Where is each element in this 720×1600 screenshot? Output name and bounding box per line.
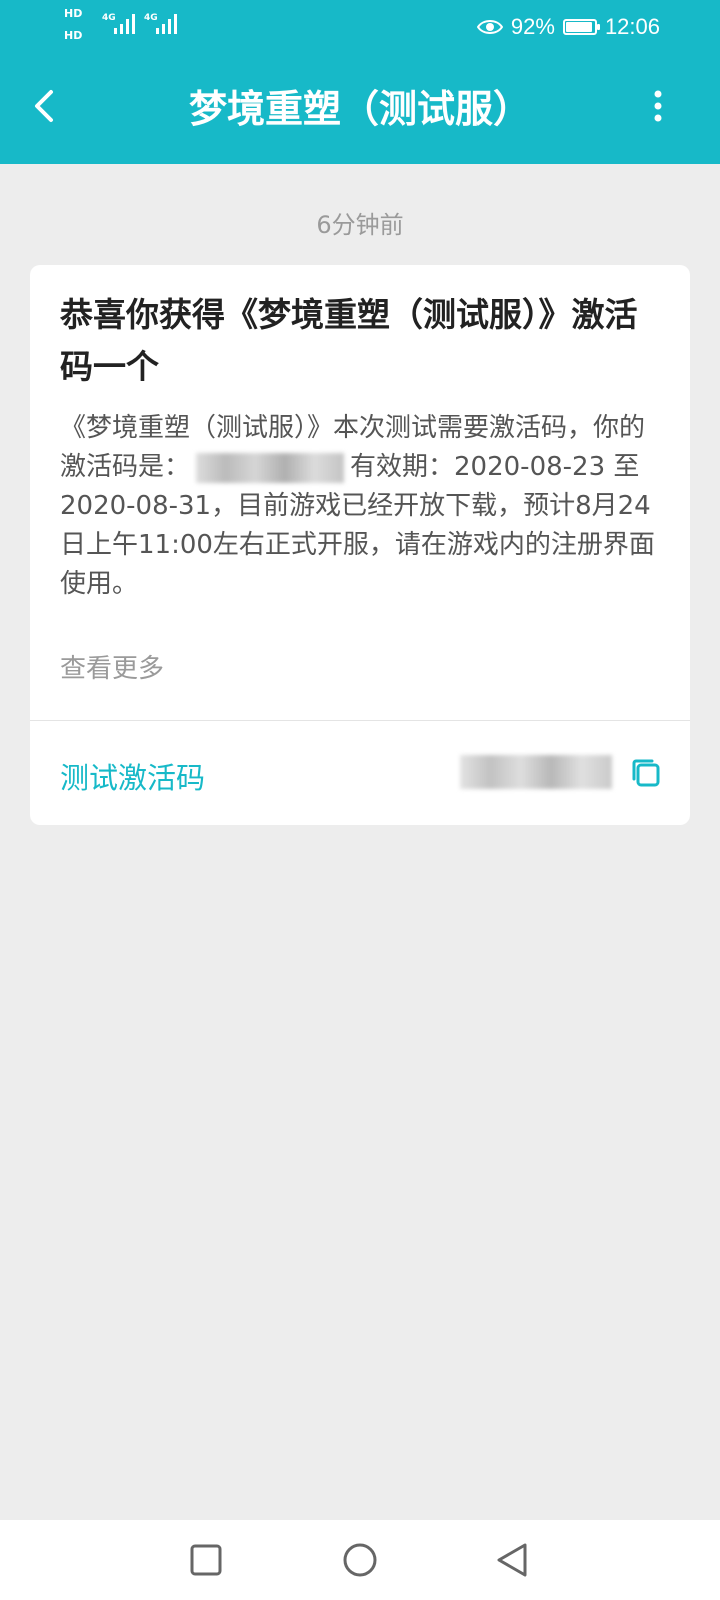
view-more-link[interactable]: 查看更多 [60, 648, 164, 685]
chevron-left-icon [35, 90, 53, 122]
more-vertical-icon [654, 90, 662, 122]
message-card: 恭喜你获得《梦境重塑（测试服）》激活码一个 《梦境重塑（测试服）》本次测试需要激… [30, 265, 690, 825]
divider [30, 720, 690, 721]
recent-apps-button[interactable] [182, 1536, 230, 1584]
hd-badge-2: HD [64, 29, 83, 42]
eye-icon [476, 20, 503, 34]
circle-icon [343, 1543, 377, 1577]
battery-fill [565, 22, 592, 32]
system-nav-bar [0, 1520, 720, 1600]
home-button[interactable] [336, 1536, 384, 1584]
clock: 12:06 [604, 14, 660, 39]
status-bar: HD HD 4G 4G 92% 12:06 [0, 0, 720, 54]
system-back-button[interactable] [488, 1536, 536, 1584]
activation-code-label: 测试激活码 [60, 761, 206, 795]
page-title: 梦境重塑（测试服） [188, 87, 531, 131]
triangle-left-icon [497, 1543, 527, 1577]
more-options-button[interactable] [638, 86, 678, 126]
message-timestamp: 6分钟前 [316, 211, 404, 239]
activation-code-value [460, 755, 612, 789]
status-right: 92% 12:06 [476, 12, 660, 42]
message-title: 恭喜你获得《梦境重塑（测试服）》激活码一个 [60, 295, 638, 386]
battery-percentage: 92% [510, 14, 555, 39]
battery-icon [562, 19, 600, 35]
redacted-code [196, 452, 345, 483]
copy-code-button[interactable] [628, 755, 664, 791]
app-header: HD HD 4G 4G 92% 12:06 梦境重塑（测试服） [0, 0, 720, 164]
square-icon [190, 1544, 222, 1576]
signal-group: HD HD 4G 4G [64, 6, 194, 50]
signal-icon-2 [156, 14, 177, 34]
hd-badge-1: HD [64, 7, 83, 20]
signal-icon-1 [114, 14, 135, 34]
message-body: 《梦境重塑（测试服）》本次测试需要激活码，你的激活码是： 有效期：2020-08-… [60, 409, 656, 604]
copy-icon [632, 759, 660, 787]
back-button[interactable] [22, 84, 66, 128]
